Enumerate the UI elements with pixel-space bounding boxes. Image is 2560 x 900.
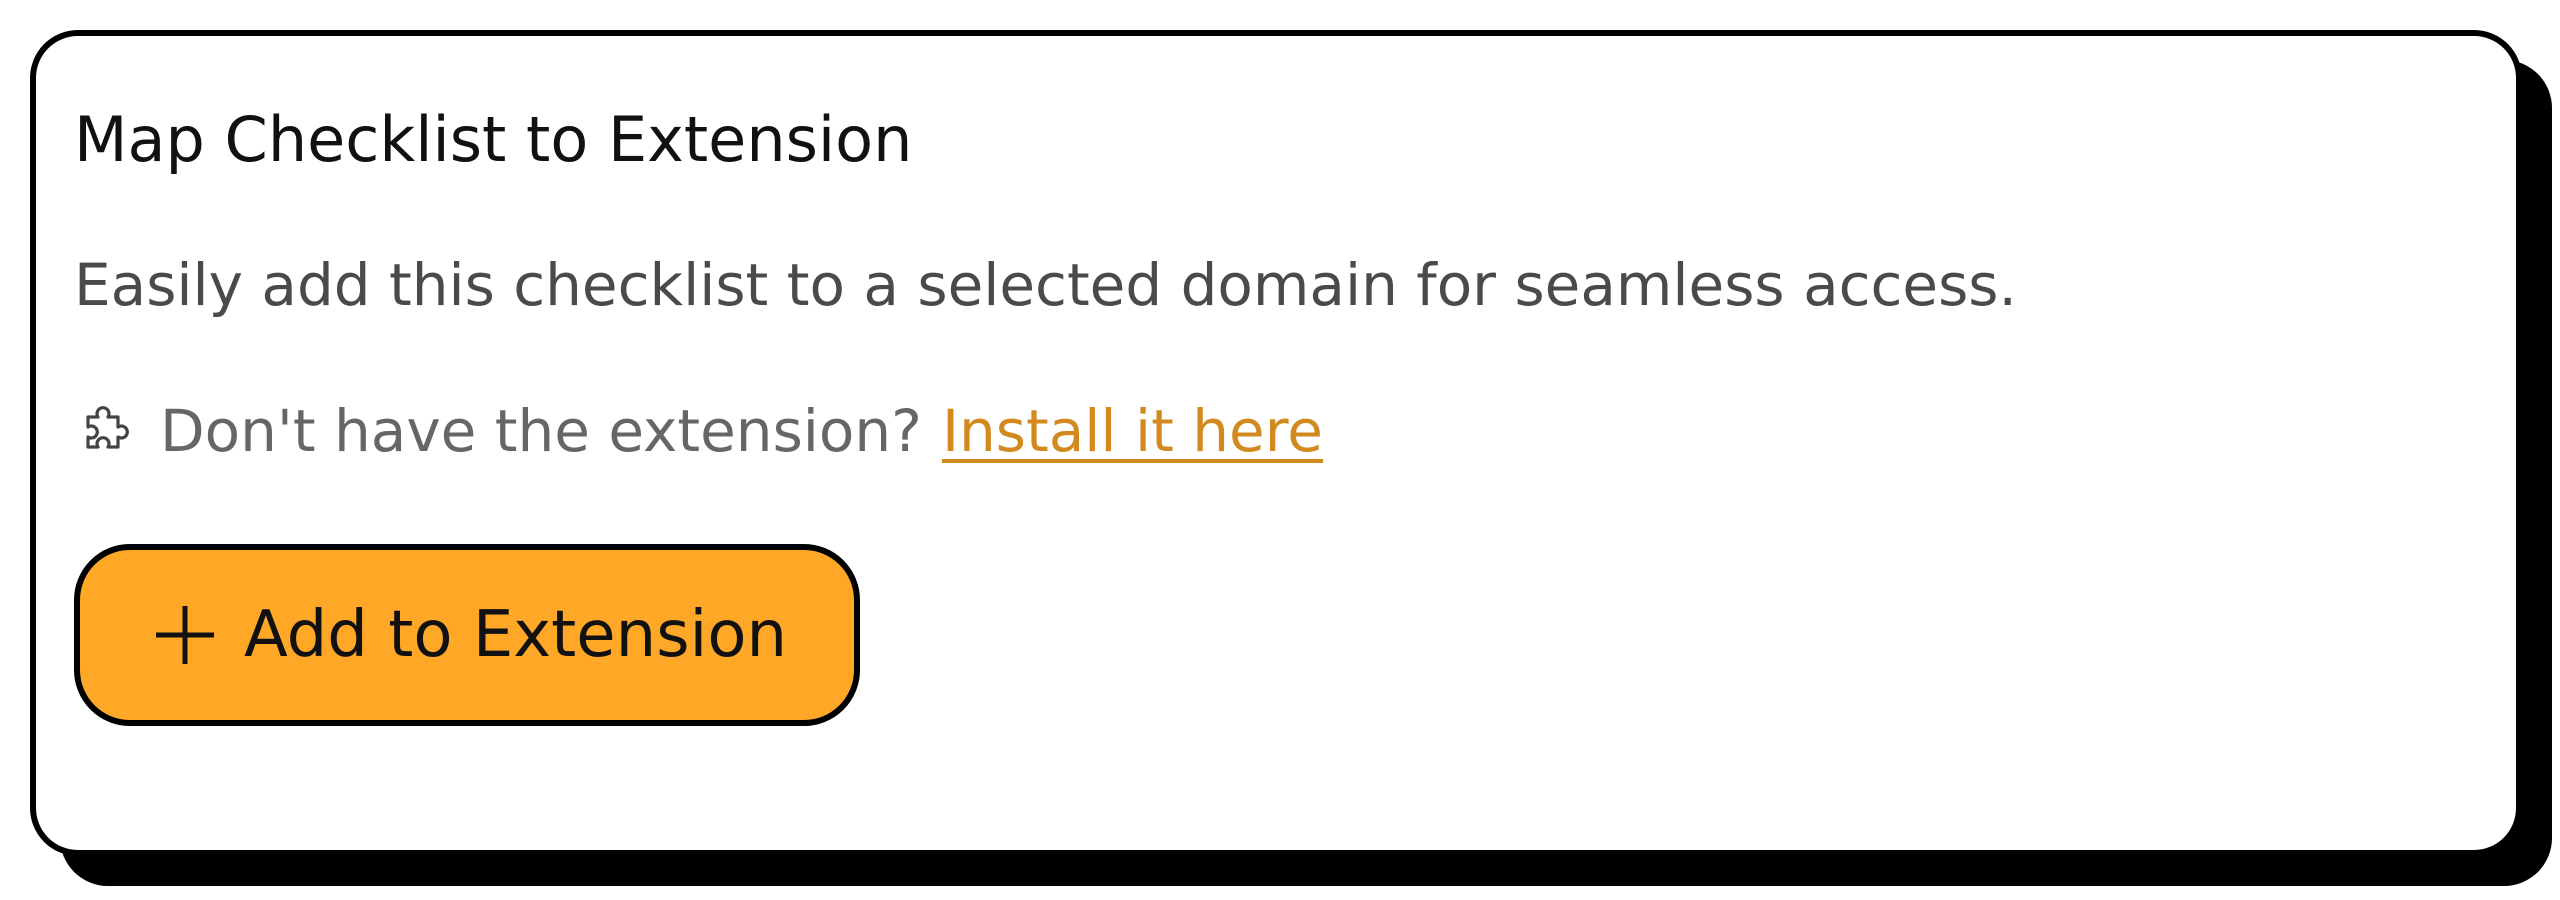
puzzle-icon [74, 401, 134, 461]
install-prompt-text: Don't have the extension? [160, 397, 922, 465]
add-to-extension-label: Add to Extension [244, 598, 788, 672]
card-description: Easily add this checklist to a selected … [74, 251, 2017, 319]
plus-icon [156, 606, 214, 664]
install-extension-link[interactable]: Install it here [942, 397, 1323, 465]
add-to-extension-button[interactable]: Add to Extension [74, 544, 860, 726]
card-title: Map Checklist to Extension [74, 103, 913, 176]
install-extension-row: Don't have the extension? Install it her… [74, 386, 1323, 476]
